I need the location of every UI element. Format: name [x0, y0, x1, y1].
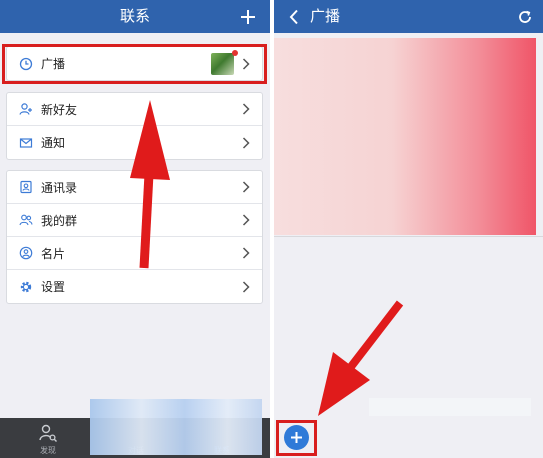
chevron-right-icon: [239, 213, 253, 227]
tab-discover[interactable]: 发现: [22, 418, 74, 458]
page-title: 广播: [310, 7, 341, 25]
settings-label: 设置: [41, 280, 66, 294]
chevron-right-icon: [239, 102, 253, 116]
plus-icon: [241, 9, 255, 24]
notifications-item[interactable]: 通知: [7, 126, 262, 159]
profile-card-icon: [19, 246, 33, 260]
back-button[interactable]: [278, 0, 310, 33]
group-icon: [19, 213, 33, 227]
page-title: 联系: [119, 7, 150, 25]
contacts-group: 通讯录 我的群 名片 设置: [6, 170, 263, 304]
add-friend-icon: [19, 102, 33, 116]
notifications-label: 通知: [41, 136, 66, 150]
mail-icon: [19, 136, 33, 150]
chevron-right-icon: [239, 180, 253, 194]
gear-icon: [19, 280, 33, 294]
address-book-icon: [19, 180, 33, 194]
address-book-item[interactable]: 通讯录: [7, 171, 262, 204]
new-friends-item[interactable]: 新好友: [7, 93, 262, 126]
refresh-icon: [519, 10, 531, 23]
contacts-screen: 联系 广播 新好友 通知 通讯录 我的群 名片 设置 发现: [0, 0, 270, 458]
chevron-left-icon: [289, 9, 298, 24]
my-groups-item[interactable]: 我的群: [7, 204, 262, 237]
business-card-item[interactable]: 名片: [7, 237, 262, 270]
contacts-header: 联系: [0, 0, 270, 33]
broadcast-screen: 广播: [274, 0, 543, 458]
notifications-group: 新好友 通知: [6, 92, 263, 160]
fab-highlight-box: [276, 420, 317, 456]
person-search-icon: [39, 424, 57, 442]
blurred-region: [369, 398, 531, 416]
my-groups-label: 我的群: [41, 213, 78, 228]
blurred-region: [90, 399, 262, 455]
add-button[interactable]: [232, 0, 264, 33]
settings-item[interactable]: 设置: [7, 270, 262, 303]
chevron-right-icon: [239, 136, 253, 150]
address-book-label: 通讯录: [41, 180, 78, 195]
broadcast-highlight-box: [2, 44, 267, 84]
business-card-label: 名片: [41, 246, 66, 261]
tab-discover-label: 发现: [40, 446, 56, 455]
chevron-right-icon: [239, 280, 253, 294]
chevron-right-icon: [239, 246, 253, 260]
new-friends-label: 新好友: [41, 102, 78, 117]
divider: [274, 236, 543, 237]
refresh-button[interactable]: [509, 0, 541, 33]
broadcast-header: 广播: [274, 0, 543, 33]
broadcast-banner-image: [274, 38, 536, 235]
